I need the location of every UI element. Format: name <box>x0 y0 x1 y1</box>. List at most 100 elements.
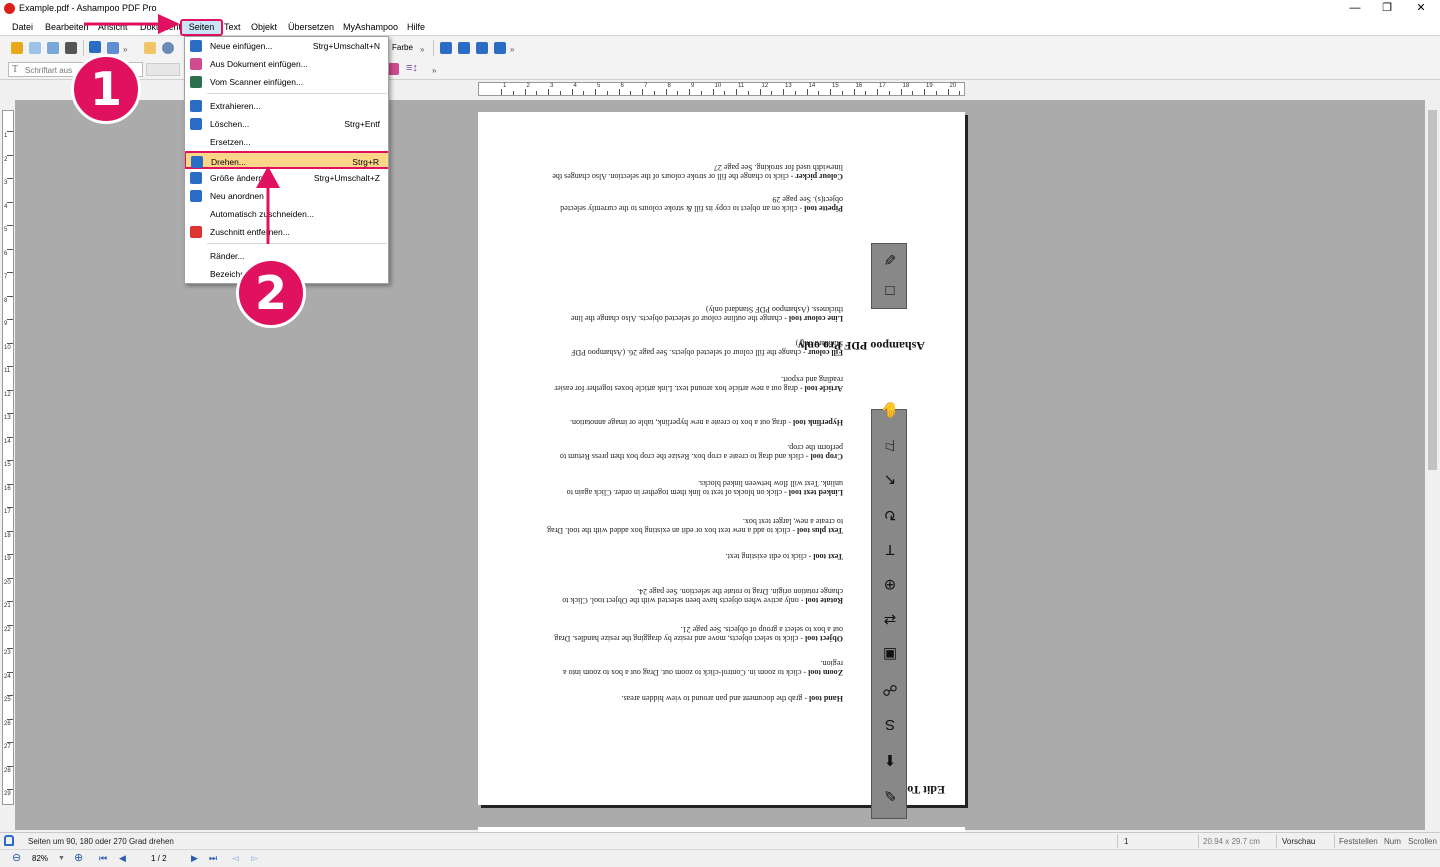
history-forward-icon[interactable]: ▻ <box>251 853 258 864</box>
toolbar-figure-icon: T <box>885 541 895 558</box>
toolbar-overflow-icon[interactable]: » <box>432 66 436 75</box>
menu-dokument[interactable]: Dokument <box>140 22 181 32</box>
menu-ansicht[interactable]: Ansicht <box>98 22 128 32</box>
ruler-tick <box>7 178 13 179</box>
print-icon[interactable] <box>65 42 77 54</box>
zoom-in-icon[interactable]: ⊕ <box>74 851 83 864</box>
menu-item-delete-page[interactable]: Löschen... Strg+Entf <box>185 115 388 133</box>
status-num-lock: Num <box>1384 837 1401 846</box>
menu-text[interactable]: Text <box>224 22 241 32</box>
ruler-tick <box>841 91 843 95</box>
menu-item-sort-az[interactable]: Neu anordnen <box>185 187 388 205</box>
next-page-icon[interactable]: ▶ <box>191 853 198 864</box>
font-size-field[interactable] <box>146 63 180 76</box>
zoom-level[interactable]: 82% <box>32 854 48 863</box>
page-indicator[interactable]: 1 / 2 <box>151 854 167 863</box>
minimize-button[interactable]: — <box>1338 0 1372 18</box>
save-icon[interactable] <box>29 42 41 54</box>
page-rotate-icon[interactable] <box>476 42 488 54</box>
menu-seiten[interactable]: Seiten <box>180 19 223 36</box>
font-type-icon: T <box>12 64 19 75</box>
toolbar-figure-icon: ✎ <box>883 786 897 803</box>
status-page-size: 20.94 x 29.7 cm <box>1203 837 1260 846</box>
menu-item-insert-from-document[interactable]: Aus Dokument einfügen... <box>185 55 388 73</box>
tool-entry-description: - drag out a box to create a new hyperli… <box>569 418 791 427</box>
last-page-icon[interactable]: ⏭ <box>209 853 217 864</box>
open-folder-icon[interactable] <box>11 42 23 54</box>
menu-item-remove-crop[interactable]: Zuschnitt entfernen... <box>185 223 388 241</box>
ruler-label: 18 <box>902 83 910 89</box>
zoom-dropdown-icon[interactable]: ▼ <box>58 855 65 862</box>
ruler-tick <box>700 91 702 95</box>
previous-page-icon[interactable]: ◀ <box>119 853 126 864</box>
single-page-view-icon[interactable] <box>89 41 101 53</box>
ruler-label: 2 <box>526 83 530 89</box>
toolbar-overflow-icon[interactable]: » <box>510 45 514 54</box>
zoom-out-icon[interactable]: ⊖ <box>12 851 21 864</box>
menu-item-rotate-page[interactable]: Drehen... Strg+R <box>185 151 388 169</box>
save-as-icon[interactable] <box>47 42 59 54</box>
page-delete-icon[interactable] <box>494 42 506 54</box>
tool-entry-name: Hand tool <box>808 694 843 703</box>
toolbar-figure-icon: S <box>885 716 896 733</box>
tool-entry-description: - drag out a new article box around text… <box>554 375 843 393</box>
vertical-scrollbar[interactable] <box>1425 100 1440 830</box>
ruler-tick <box>7 695 13 696</box>
menu-myashampoo[interactable]: MyAshampoo <box>343 22 398 32</box>
menu-uebersetzen[interactable]: Übersetzen <box>288 22 334 32</box>
menu-item-entry-5[interactable]: Ersetzen... <box>185 133 388 151</box>
menu-item-label: Aus Dokument einfügen... <box>210 59 308 69</box>
toolbar-overflow-icon[interactable]: » <box>420 45 424 54</box>
menu-item-label: Größe ändern <box>210 173 263 183</box>
ruler-label: 7 <box>644 83 648 89</box>
first-page-icon[interactable]: ⏮ <box>99 853 107 864</box>
menu-item-label: Neu anordnen <box>210 191 264 201</box>
ruler-label: 18 <box>4 532 11 539</box>
ruler-label: 23 <box>4 650 11 656</box>
ruler-tick <box>7 225 13 226</box>
menu-item-label: Löschen... <box>210 119 250 129</box>
page-insert-icon[interactable] <box>440 42 452 54</box>
menu-bearbeiten[interactable]: Bearbeiten <box>45 22 89 32</box>
ruler-tick <box>830 89 831 95</box>
toolbar-overflow-icon[interactable]: » <box>123 45 127 54</box>
history-back-icon[interactable]: ◅ <box>232 853 239 864</box>
tool-entry-name: Object tool <box>805 634 843 643</box>
menu-item-shortcut: Strg+R <box>352 157 379 167</box>
tool-entry-name: Article tool <box>804 384 843 393</box>
menu-hilfe[interactable]: Hilfe <box>407 22 425 32</box>
ruler-label: 9 <box>4 321 8 327</box>
line-spacing-icon[interactable]: ≡↕ <box>406 62 418 74</box>
edit-toolbar-figure: ✎ ⬆ S ☍ ▣ ⇄ ⊕ T ↻ ↖ ⚐ ✋ <box>871 401 907 819</box>
menu-objekt[interactable]: Objekt <box>251 22 277 32</box>
page-extract-icon[interactable] <box>458 42 470 54</box>
color-button[interactable]: Farbe <box>392 43 413 52</box>
tool-entry-name: Zoom tool <box>808 668 843 677</box>
ruler-tick <box>959 91 961 95</box>
menu-item-insert-page[interactable]: Neue einfügen... Strg+Umschalt+N <box>185 37 388 55</box>
fit-view-icon[interactable] <box>107 42 119 54</box>
color-figure-icon: □ <box>885 282 895 299</box>
zoom-tool-icon[interactable] <box>162 42 174 54</box>
tool-entry: Text tool - click to edit existing text. <box>543 552 843 561</box>
menu-item-scanner[interactable]: Vom Scanner einfügen... <box>185 73 388 91</box>
tool-entry: Line colour tool - change the outline co… <box>543 305 843 323</box>
menu-item-resize[interactable]: Größe ändern Strg+Umschalt+Z <box>185 169 388 187</box>
close-button[interactable]: ✕ <box>1404 0 1438 18</box>
step-2-badge: 2 <box>236 258 306 328</box>
scrollbar-thumb[interactable] <box>1428 110 1437 470</box>
resize-icon <box>190 172 202 184</box>
menu-datei[interactable]: Datei <box>12 22 33 32</box>
pdf-page[interactable]: Edit Toolbar ✎ ⬆ S ☍ ▣ ⇄ ⊕ T ↻ ↖ ⚐ ✋ Hand tool - gr… <box>478 112 965 819</box>
menu-item-entry-9[interactable]: Automatisch zuschneiden... <box>185 205 388 223</box>
ruler-label: 16 <box>855 83 863 89</box>
toolbar-figure-icon: ⊕ <box>883 576 897 593</box>
maximize-button[interactable]: ❐ <box>1370 0 1404 18</box>
ruler-tick <box>7 624 13 626</box>
tool-entry: Rotate tool - only active when objects h… <box>543 587 843 605</box>
ruler-tick <box>759 89 761 95</box>
menu-item-extract[interactable]: Extrahieren... <box>185 97 388 115</box>
status-divider <box>1117 834 1118 848</box>
hand-tool-icon[interactable] <box>144 42 156 54</box>
title-bar: Example.pdf - Ashampoo PDF Pro — ❐ ✕ <box>0 0 1440 18</box>
